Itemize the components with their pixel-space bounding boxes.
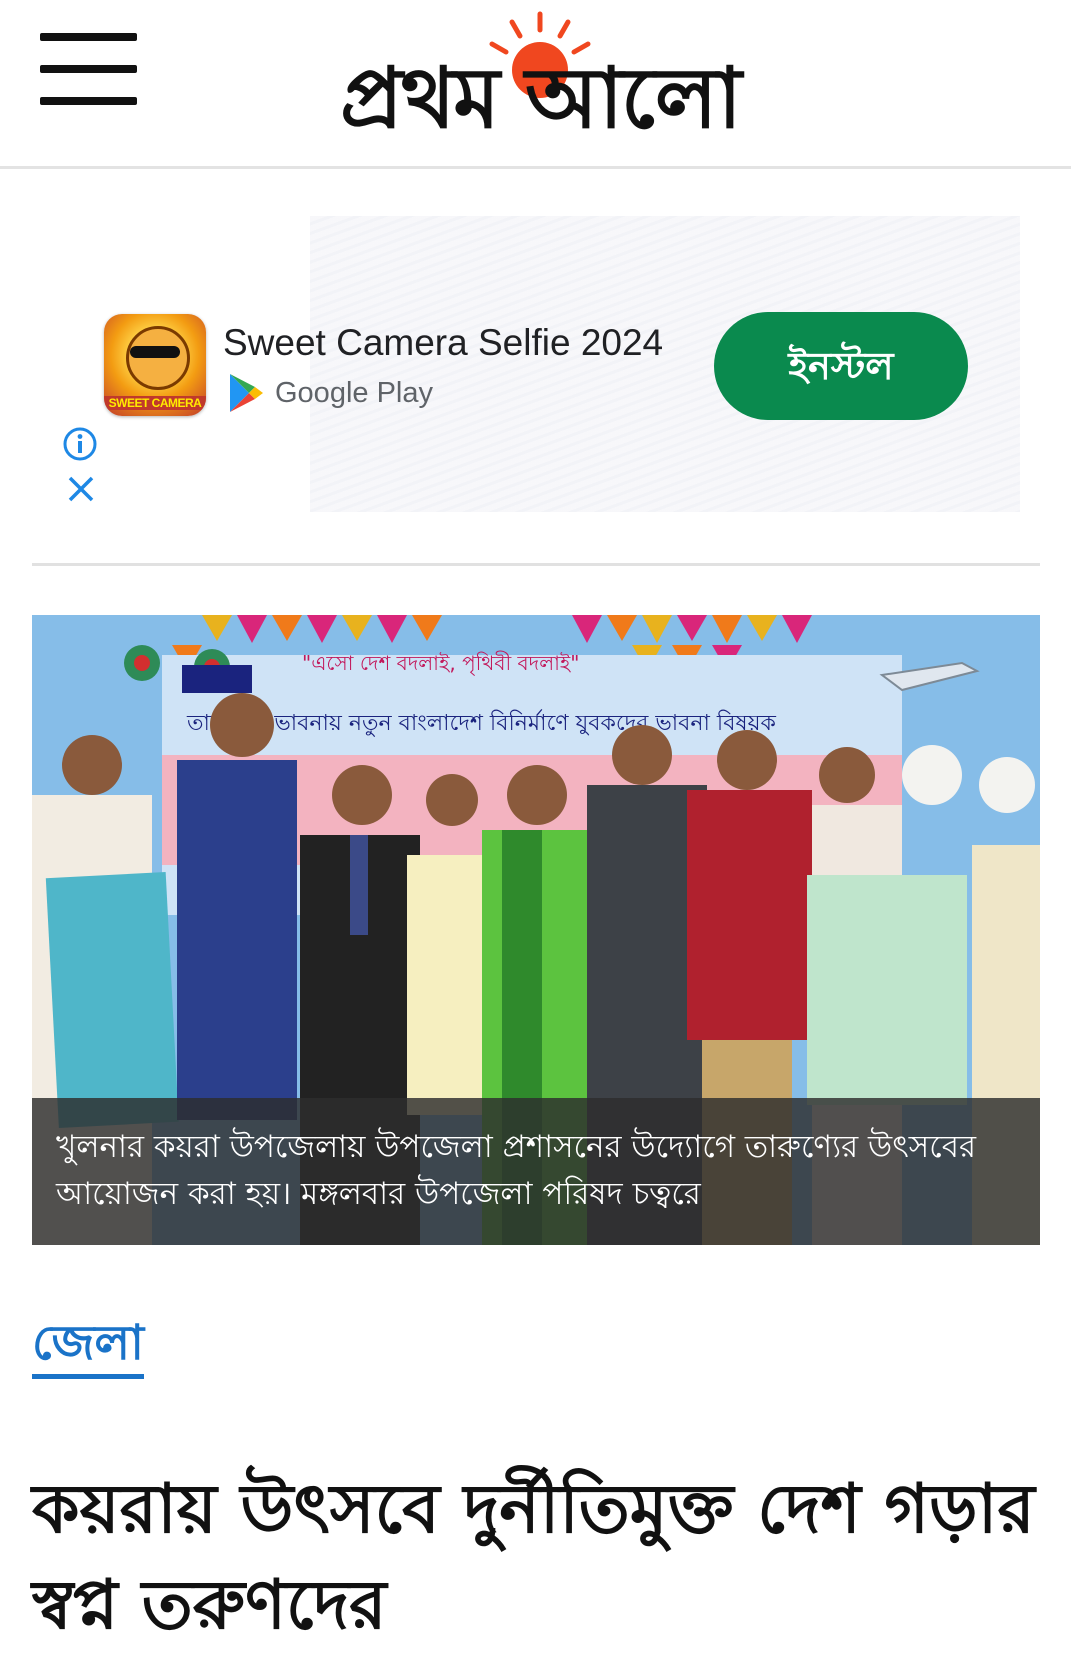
hamburger-menu-icon[interactable] [40,33,138,107]
banner-slogan: "এসো দেশ বদলাই, পৃথিবী বদলাই" [302,651,580,675]
photo-caption-overlay: খুলনার কয়রা উপজেলায় উপজেলা প্রশাসনের উ… [32,1098,1040,1245]
app-icon-label: SWEET CAMERA [104,396,206,410]
app-icon[interactable]: SWEET CAMERA [104,314,206,416]
section-divider [32,563,1040,566]
ad-store-badge[interactable]: Google Play [227,372,433,414]
article-headline: কয়রায় উৎসবে দুর্নীতিমুক্ত দেশ গড়ার স্… [32,1470,1035,1645]
lead-photo[interactable]: "এসো দেশ বদলাই, পৃথিবী বদলাই" তারুণ্যের … [32,615,1040,1245]
banner-line: তারুণ্যের ভাবনায় নতুন বাংলাদেশ বিনির্মা… [186,709,777,737]
app-install-ad: SWEET CAMERA Sweet Camera Selfie 2024 Go… [0,190,1071,520]
category-link[interactable]: জেলা [32,1312,145,1379]
store-label: Google Play [275,376,433,409]
close-icon[interactable] [64,472,98,506]
info-icon[interactable] [62,426,98,462]
ad-app-title[interactable]: Sweet Camera Selfie 2024 [223,322,663,364]
site-header: প্রথম আলো [0,0,1071,169]
install-button[interactable]: ইনস্টল [714,312,968,420]
logo-wordmark: প্রথম আলো [340,48,742,147]
site-logo[interactable]: প্রথম আলো [240,8,840,148]
google-play-icon [230,374,263,412]
photo-caption: খুলনার কয়রা উপজেলায় উপজেলা প্রশাসনের উ… [56,1129,977,1212]
